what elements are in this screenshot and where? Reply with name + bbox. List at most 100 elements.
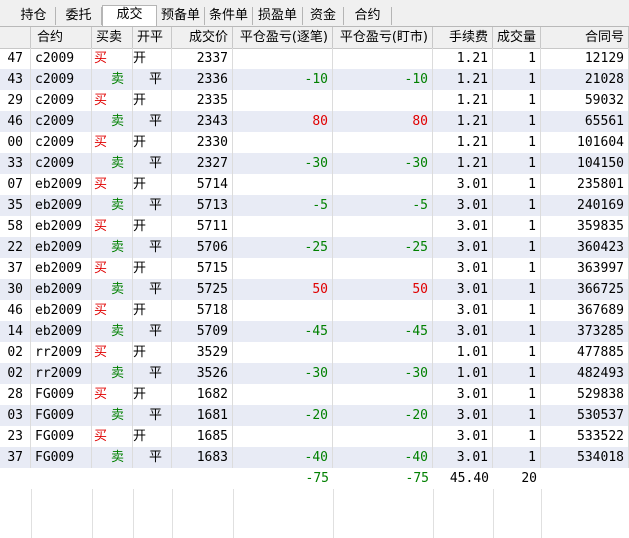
col-header-side[interactable]: 买卖 [92,27,133,48]
contract-cell: eb2009 [31,279,92,300]
table-row[interactable]: 43 c2009 卖平 2336 -10 -10 1.21 1 21028 [0,69,629,90]
fee-cell: 1.21 [433,69,493,90]
pnl-mark-cell: -20 [333,405,433,426]
table-row[interactable]: 37 FG009 卖平 1683 -40 -40 3.01 1 534018 [0,447,629,468]
table-row[interactable]: 00 c2009 买开 2330 1.21 1 101604 [0,132,629,153]
pnl-mark-cell [333,90,433,111]
table-row[interactable]: 33 c2009 卖平 2327 -30 -30 1.21 1 104150 [0,153,629,174]
fee-cell: 1.21 [433,132,493,153]
order-number-cell: 529838 [541,384,629,405]
fee-cell: 3.01 [433,195,493,216]
col-header-open-close[interactable]: 开平 [133,27,172,48]
price-cell: 5714 [172,174,233,195]
order-number-cell: 359835 [541,216,629,237]
tab-funds[interactable]: 资金 [303,7,344,25]
table-row[interactable]: 28 FG009 买开 1682 3.01 1 529838 [0,384,629,405]
side-cell: 买 [92,48,133,69]
contract-cell: FG009 [31,405,92,426]
col-header-pnl-mark[interactable]: 平仓盈亏(盯市) [333,27,433,48]
qty-cell: 1 [493,153,541,174]
table-row[interactable]: 46 eb2009 买开 5718 3.01 1 367689 [0,300,629,321]
pnl-trade-cell [233,426,333,447]
col-header-pnl-trade[interactable]: 平仓盈亏(逐笔) [233,27,333,48]
table-row[interactable]: 30 eb2009 卖平 5725 50 50 3.01 1 366725 [0,279,629,300]
side-cell: 买 [92,426,133,447]
tab-conditional[interactable]: 条件单 [205,7,253,25]
qty-cell: 1 [493,90,541,111]
fee-cell: 1.21 [433,153,493,174]
fee-cell: 3.01 [433,300,493,321]
table-row[interactable]: 22 eb2009 卖平 5706 -25 -25 3.01 1 360423 [0,237,629,258]
table-row[interactable]: 03 FG009 卖平 1681 -20 -20 3.01 1 530537 [0,405,629,426]
order-number-cell: 235801 [541,174,629,195]
fee-cell: 1.21 [433,90,493,111]
contract-cell: eb2009 [31,321,92,342]
trade-grid[interactable]: 合约 买卖 开平 成交价 平仓盈亏(逐笔) 平仓盈亏(盯市) 手续费 成交量 合同号 47 c20… [0,27,629,538]
table-row[interactable]: 35 eb2009 卖平 5713 -5 -5 3.01 1 240169 [0,195,629,216]
contract-cell: FG009 [31,384,92,405]
contract-cell: FG009 [31,426,92,447]
pnl-mark-cell [333,426,433,447]
col-header-fee[interactable]: 手续费 [433,27,493,48]
table-row[interactable]: 46 c2009 卖平 2343 80 80 1.21 1 65561 [0,111,629,132]
col-header-qty[interactable]: 成交量 [493,27,541,48]
id-cell: 02 [0,363,31,384]
qty-cell: 1 [493,132,541,153]
table-row[interactable]: 02 rr2009 买开 3529 1.01 1 477885 [0,342,629,363]
pnl-trade-cell: -5 [233,195,333,216]
pnl-mark-cell [333,384,433,405]
price-cell: 1681 [172,405,233,426]
table-row[interactable]: 47 c2009 买开 2337 1.21 1 12129 [0,48,629,69]
price-cell: 2343 [172,111,233,132]
side-cell: 卖 [92,363,133,384]
pnl-trade-cell [233,48,333,69]
open-close-cell: 平 [133,153,172,174]
table-row[interactable]: 37 eb2009 买开 5715 3.01 1 363997 [0,258,629,279]
side-cell: 卖 [92,195,133,216]
table-row[interactable]: 58 eb2009 买开 5711 3.01 1 359835 [0,216,629,237]
contract-cell: eb2009 [31,258,92,279]
tab-position[interactable]: 持仓 [12,7,56,25]
qty-cell: 1 [493,384,541,405]
qty-cell: 1 [493,279,541,300]
order-number-cell: 530537 [541,405,629,426]
tab-order[interactable]: 委托 [56,7,102,25]
pnl-trade-cell: -45 [233,321,333,342]
tab-stoploss[interactable]: 损盈单 [253,7,303,25]
table-row[interactable]: 29 c2009 买开 2335 1.21 1 59032 [0,90,629,111]
qty-cell: 1 [493,48,541,69]
open-close-cell: 开 [133,174,172,195]
open-close-cell: 平 [133,447,172,468]
pnl-trade-cell [233,132,333,153]
table-row[interactable]: 02 rr2009 卖平 3526 -30 -30 1.01 1 482493 [0,363,629,384]
order-number-cell: 363997 [541,258,629,279]
tab-contract[interactable]: 合约 [344,7,392,25]
id-cell: 02 [0,342,31,363]
table-row[interactable]: 23 FG009 买开 1685 3.01 1 533522 [0,426,629,447]
pnl-mark-cell: 80 [333,111,433,132]
open-close-cell: 平 [133,195,172,216]
table-row[interactable]: 14 eb2009 卖平 5709 -45 -45 3.01 1 373285 [0,321,629,342]
col-header-contract[interactable]: 合约 [31,27,92,48]
qty-cell: 1 [493,426,541,447]
side-cell: 买 [92,216,133,237]
col-header-order-number[interactable]: 合同号 [541,27,629,48]
contract-cell: c2009 [31,90,92,111]
pnl-trade-cell: -30 [233,153,333,174]
order-number-cell: 533522 [541,426,629,447]
open-close-cell: 平 [133,363,172,384]
id-cell: 47 [0,48,31,69]
order-number-cell: 104150 [541,153,629,174]
fee-cell: 1.21 [433,48,493,69]
contract-cell: c2009 [31,132,92,153]
contract-cell: FG009 [31,447,92,468]
tab-trade[interactable]: 成交 [102,5,157,26]
order-number-cell: 482493 [541,363,629,384]
pnl-mark-cell: -25 [333,237,433,258]
id-cell: 46 [0,111,31,132]
tab-prepared[interactable]: 预备单 [157,7,205,25]
table-row[interactable]: 07 eb2009 买开 5714 3.01 1 235801 [0,174,629,195]
col-header-price[interactable]: 成交价 [172,27,233,48]
open-close-cell: 开 [133,342,172,363]
side-cell: 买 [92,90,133,111]
